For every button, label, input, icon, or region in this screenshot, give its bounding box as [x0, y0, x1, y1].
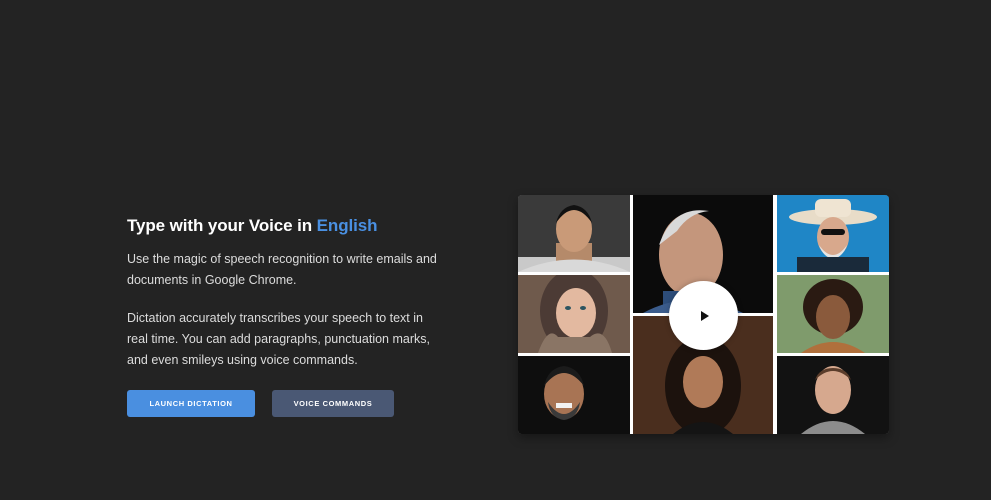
portrait-woman-curly-hair	[777, 275, 889, 353]
hero-detail: Dictation accurately transcribes your sp…	[127, 311, 430, 367]
portrait-man-hoodie	[777, 356, 889, 434]
portrait-woman-headscarf	[518, 275, 630, 353]
hero-title-language[interactable]: English	[317, 216, 378, 235]
hero-title: Type with your Voice in English	[127, 214, 447, 238]
video-thumbnail[interactable]	[518, 195, 889, 434]
action-buttons: LAUNCH DICTATION VOICE COMMANDS	[127, 390, 394, 417]
hero-description: Use the magic of speech recognition to w…	[127, 252, 437, 287]
play-button[interactable]	[669, 281, 738, 350]
portrait-young-man	[518, 195, 630, 272]
portrait-smiling-man	[518, 356, 630, 434]
launch-dictation-button[interactable]: LAUNCH DICTATION	[127, 390, 255, 417]
hero-text: Type with your Voice in English Use the …	[127, 214, 447, 371]
hero-title-prefix: Type with your Voice in	[127, 216, 317, 235]
play-icon	[701, 310, 709, 321]
voice-commands-button[interactable]: VOICE COMMANDS	[272, 390, 394, 417]
page: Type with your Voice in English Use the …	[0, 0, 991, 500]
portrait-man-cowboy-hat	[777, 195, 889, 272]
